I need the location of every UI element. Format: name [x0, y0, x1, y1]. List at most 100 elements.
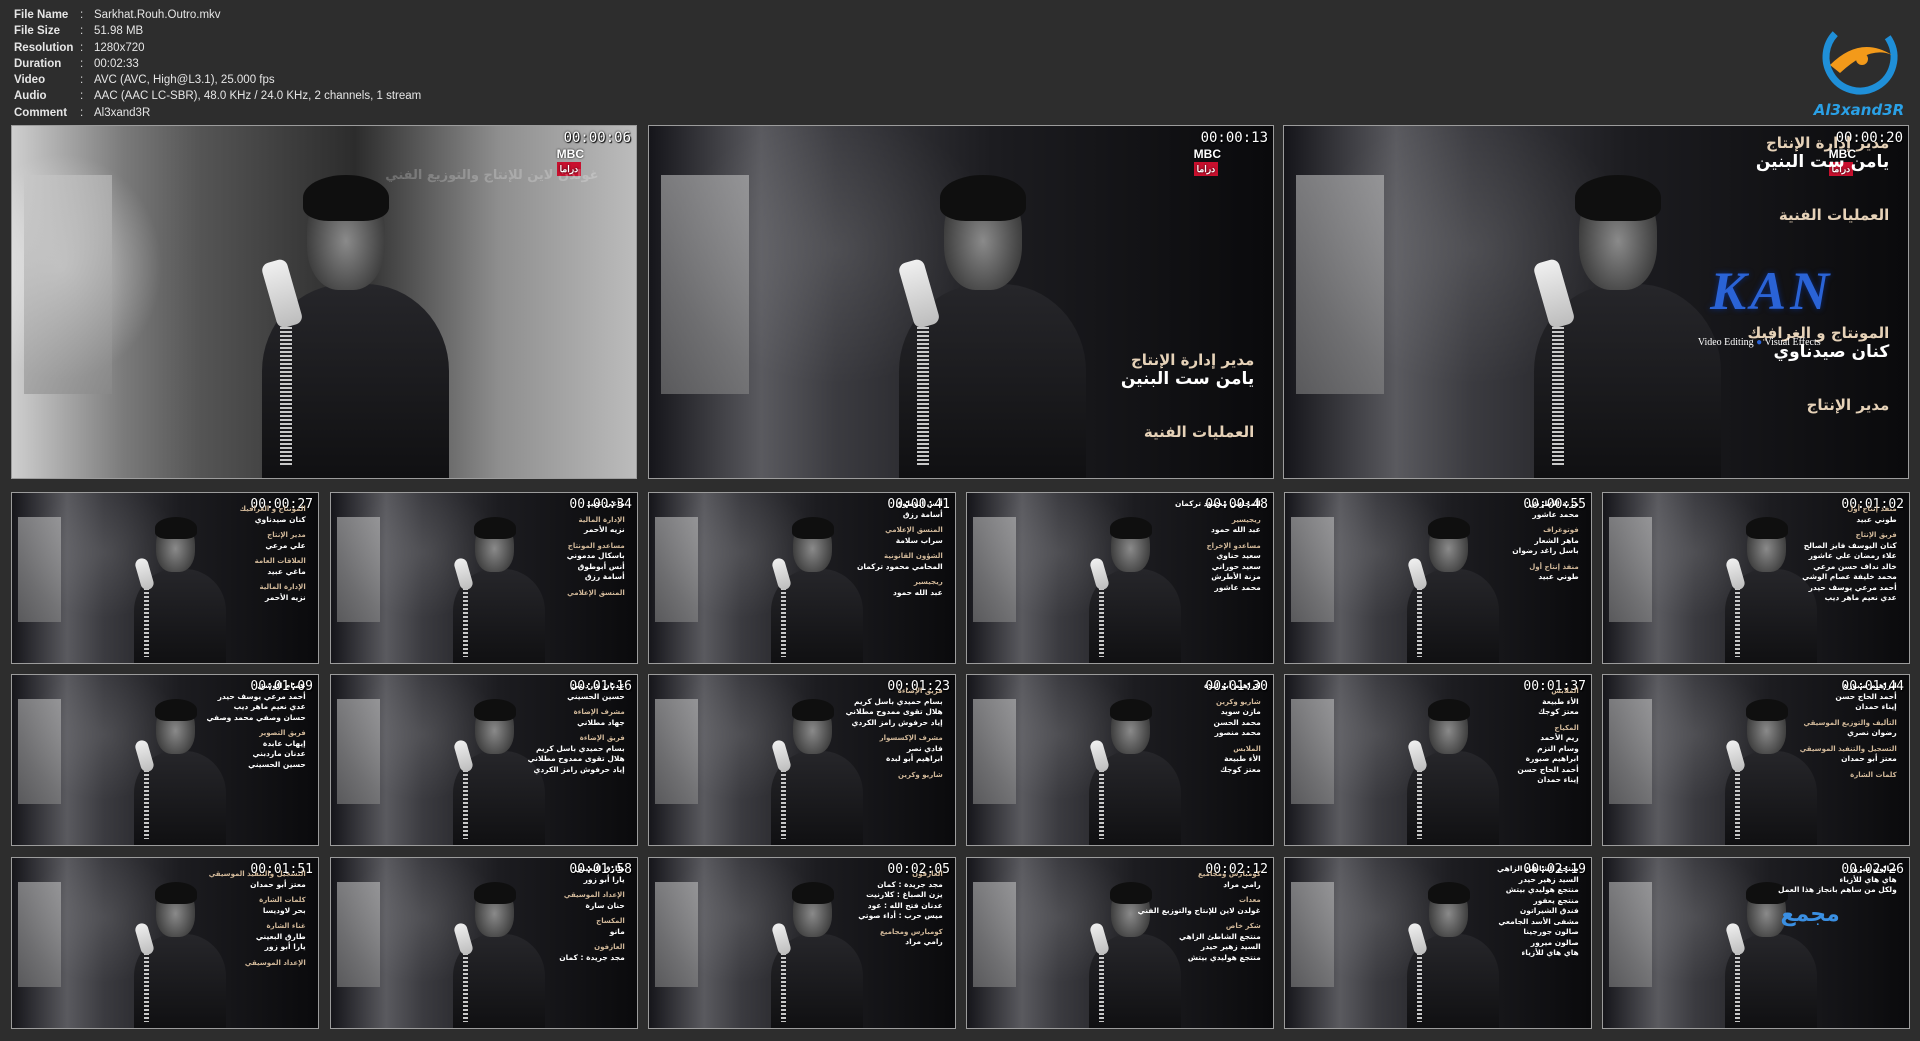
credit-line: التسجيل والتنفيذ الموسيقي: [1799, 744, 1897, 753]
thumbnail-small[interactable]: 00:00:34 ماغي عبيد الإدارة المالية نزيه الأ…: [330, 492, 638, 664]
credit-line: محمد منصور: [1214, 728, 1261, 737]
thumbnail-small[interactable]: 00:01:09 عصام الوشي أحمد مرعي يوسف حيدر عدي…: [11, 674, 319, 846]
credit-line: فريق التصوير: [259, 729, 306, 737]
phone-cord-icon: [1416, 949, 1423, 1023]
credit-line: معدات: [1238, 896, 1261, 904]
info-separator: :: [80, 74, 84, 87]
thumbnail-small[interactable]: 00:00:55 مزنة الأطرش محمد عاشور فوتوغراف ماه…: [1284, 492, 1592, 664]
credit-line: عبد الله حمود: [893, 587, 943, 597]
watermark-text: غولدن لاين للإنتاج والتوزيع الفني: [385, 168, 599, 184]
credit-line: بسام حميدي باسل كريم: [854, 696, 943, 706]
phone-cord-icon: [1098, 584, 1105, 658]
phone-cord-icon: [1098, 766, 1105, 840]
info-separator: :: [80, 41, 84, 54]
thumbnail-small[interactable]: 00:02:12 كومبارس ومجاميع رامي مراد معدات غول…: [966, 857, 1274, 1029]
info-separator: :: [80, 25, 84, 38]
credit-line: المحامي محمود تركمان: [1174, 499, 1261, 508]
credit-line: عصام الوشي: [257, 681, 306, 690]
info-key: Comment: [14, 106, 68, 119]
credit-line: طارق البعيني: [574, 864, 625, 873]
credit-line: هلال تقوى ممدوح مطلاني: [845, 707, 943, 716]
info-row: Duration:00:02:33: [14, 56, 421, 72]
thumbnail-small[interactable]: 00:01:23 فريق الإضاءة بسام حميدي باسل كريم…: [648, 674, 956, 846]
thumbnail-small[interactable]: 00:02:26 صالون ميرور هاي هاي للأزياء ولكل م…: [1602, 857, 1910, 1029]
end-logo: مجمع: [1780, 902, 1840, 928]
credit-line: ماغي عبيد: [586, 499, 625, 508]
credit-line: أحمد الحاج حسن: [1835, 691, 1897, 701]
thumbnail-large[interactable]: MBC دراما 00:00:06 غولدن لاين للإنتاج والتو…: [11, 125, 637, 479]
credit-line: جهاد مطلاني: [577, 717, 625, 727]
credit-line: عدنان ماردبني: [252, 749, 306, 758]
credit-line: منتجع هوليدي بيتش: [1505, 885, 1579, 894]
phone-cord-icon: [1416, 584, 1423, 658]
credit-line: محمد الحسن: [1213, 717, 1261, 727]
credit-line: أنس أبوطوق: [895, 499, 943, 508]
thumbnail-small[interactable]: 00:01:16 عدنان ماردبني حسين الحسيني مشرف ال…: [330, 674, 638, 846]
credit-line: منتجع يعفور: [1533, 895, 1579, 905]
credit-line: منفذ إنتاج أول: [1847, 505, 1897, 513]
kan-tag-dot-icon: ●: [1756, 337, 1763, 349]
credit-line: الإعداد الموسيقي: [563, 891, 625, 899]
credit-line: المكياج: [1554, 723, 1579, 732]
thumbnail-small[interactable]: 00:00:27 المونتاج و الغرافيك كنان صيدناوي م…: [11, 492, 319, 664]
credit-line: مدير الإنتاج: [267, 531, 306, 539]
credit-line: طوني عبيد: [1856, 514, 1897, 524]
phone-cord-icon: [1552, 314, 1564, 466]
credit-line: هلال تقوى ممدوح مطلاني: [527, 754, 625, 763]
thumbnail-small[interactable]: 00:01:37 الملابس الأء طبيعة معتز كوجك المكيا…: [1284, 674, 1592, 846]
thumbnail-large[interactable]: MBC دراما 00:00:13 مدير إدارة الإنتاج يامن س…: [648, 125, 1274, 479]
credit-line: باسكال مدموني: [566, 551, 625, 560]
info-value: AVC (AVC, High@L3.1), 25.000 fps: [94, 74, 275, 87]
thumbnail-small[interactable]: 00:02:19 منتجع الشاطئ الزاهي السيد زهير حي…: [1284, 857, 1592, 1029]
credit-line: شاريو وكرين: [1216, 697, 1261, 706]
phone-cord-icon: [462, 766, 469, 840]
thumbnail-small[interactable]: 00:02:05 العازفون مجد جريدة : كمان يزن الصب…: [648, 857, 956, 1029]
thumbnail-small[interactable]: 00:01:02 منفذ إنتاج أول طوني عبيد فريق الإن…: [1602, 492, 1910, 664]
kan-logo: KAN: [1710, 260, 1834, 321]
credit-line: فندق الشيراتون: [1519, 906, 1579, 915]
credit-line: الشؤون القانونية: [884, 552, 943, 560]
phone-cord-icon: [143, 766, 150, 840]
credit-line: مشرف الإضاءة: [573, 708, 625, 716]
credits-block: المحامي محمود تركمان ريجيسير عبد الله حمود…: [1096, 499, 1261, 593]
credit-line: أحمد الحاج حسن: [1517, 764, 1579, 774]
credit-line: هاي هاي للأزياء: [1521, 948, 1579, 957]
credit-line: ريجيسير: [913, 578, 943, 586]
info-row: File Name: Sarkhat.Rouh.Outro.mkv: [14, 7, 421, 23]
info-row: Comment: Al3xand3R: [14, 105, 421, 121]
actor-hair: [939, 175, 1026, 221]
credit-line: المحامي محمود تركمان: [856, 561, 943, 571]
credits-block: التسجيل والتنفيذ الموسيقي معتز أبو حمدان ك…: [141, 864, 306, 968]
credit-line: أحمد مرعي يوسف حيدر: [217, 691, 306, 701]
thumbnail-small[interactable]: 00:01:51 التسجيل والتنفيذ الموسيقي معتز أب…: [11, 857, 319, 1029]
info-key: Audio: [14, 90, 47, 103]
info-key: File Size: [14, 25, 61, 38]
actor-figure: [260, 175, 449, 478]
credit-line: أسامة رزق: [902, 509, 943, 519]
credit-line: إيهاب عابدة: [262, 738, 306, 748]
credit-line: منتجع هوليدي بيتش: [1187, 952, 1261, 962]
timecode: 00:00:13: [1200, 130, 1268, 146]
thumbnail-small[interactable]: 00:01:58 طارق البعيني يارا أبو زور الإعداد …: [330, 857, 638, 1029]
credit-line: أحمد مرعي يوسف حيدر: [1808, 582, 1897, 592]
info-key: File Name: [14, 9, 69, 21]
credit-line: العازفون: [594, 943, 625, 951]
thumbnail-large[interactable]: MBC دراما 00:00:20 مدير إدارة الإنتاج يامن س…: [1283, 125, 1909, 479]
credit-line: غناء الشارة: [266, 922, 306, 930]
thumbnail-small[interactable]: 00:00:48 المحامي محمود تركمان ريجيسير عبد ا…: [966, 492, 1274, 664]
credit-line: عدي نعيم ماهر ديب: [1824, 593, 1897, 602]
info-row: File Size:51.98 MB: [14, 23, 421, 39]
credit-line: كومبارس ومجاميع: [1198, 870, 1261, 878]
credit-line: يارا أبو زور: [264, 942, 306, 951]
thumbnail-small[interactable]: 00:01:44 ابراهيم صبورة أحمد الحاج حسن إيناء…: [1602, 674, 1910, 846]
thumbnail-small[interactable]: 00:00:41 أنس أبوطوق أسامة رزق المنسق الإعلا…: [648, 492, 956, 664]
credit-line: أنس أبوطوق: [577, 561, 625, 571]
credit-line: حسين الحسيني: [567, 691, 625, 701]
credit-line: الملابس: [1551, 687, 1579, 695]
credit-line: إيناء حمدان: [1855, 702, 1897, 711]
info-separator: :: [80, 106, 84, 119]
credit-name: يامن ست البنين: [1120, 369, 1255, 389]
credit-line: عبد الله حمود: [1211, 525, 1261, 534]
phone-cord-icon: [917, 314, 929, 466]
thumbnail-small[interactable]: 00:01:30 ابراهيم أبو لبدة شاريو وكرين مازن …: [966, 674, 1274, 846]
